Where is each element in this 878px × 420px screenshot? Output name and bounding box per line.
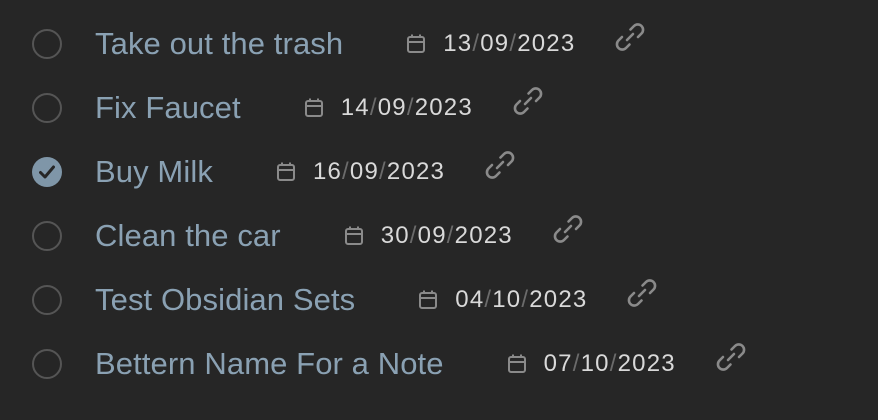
task-row: Take out the trash 13/09/2023 bbox=[32, 12, 862, 76]
task-checkbox[interactable] bbox=[32, 221, 62, 251]
date-day: 14 bbox=[340, 94, 370, 121]
task-row: Buy Milk 16/09/2023 bbox=[32, 140, 862, 204]
date-year: 2023 bbox=[617, 350, 676, 377]
date-month: 10 bbox=[580, 350, 610, 377]
checkmark-icon bbox=[39, 165, 55, 179]
task-checkbox[interactable] bbox=[32, 285, 62, 315]
task-list: Take out the trash 13/09/2023 Fix Faucet… bbox=[32, 12, 862, 396]
task-checkbox[interactable] bbox=[32, 29, 62, 59]
date-year: 2023 bbox=[386, 158, 446, 185]
date-day: 13 bbox=[443, 30, 473, 57]
link-icon[interactable] bbox=[551, 212, 585, 246]
date-year: 2023 bbox=[517, 30, 576, 57]
date-day: 30 bbox=[380, 222, 410, 249]
due-date[interactable]: 14/09/2023 bbox=[303, 94, 473, 122]
date-month: 09 bbox=[480, 30, 510, 57]
date-separator: / bbox=[509, 30, 518, 57]
task-row: Clean the car 30/09/2023 bbox=[32, 204, 862, 268]
calendar-icon bbox=[419, 290, 438, 309]
date-separator: / bbox=[379, 158, 387, 185]
date-year: 2023 bbox=[414, 94, 473, 121]
date-separator: / bbox=[342, 158, 350, 185]
link-icon[interactable] bbox=[613, 20, 647, 54]
task-title[interactable]: Fix Faucet bbox=[95, 90, 241, 126]
task-checkbox[interactable] bbox=[32, 93, 62, 123]
task-title[interactable]: Take out the trash bbox=[95, 26, 343, 62]
calendar-icon bbox=[276, 162, 295, 181]
task-title[interactable]: Clean the car bbox=[95, 218, 281, 254]
date-separator: / bbox=[521, 286, 530, 313]
link-icon[interactable] bbox=[483, 148, 517, 182]
calendar-icon bbox=[407, 34, 426, 53]
task-row: Test Obsidian Sets 04/10/2023 bbox=[32, 268, 862, 332]
task-checkbox[interactable] bbox=[32, 349, 62, 379]
date-separator: / bbox=[406, 94, 415, 121]
date-separator: / bbox=[472, 30, 481, 57]
date-separator: / bbox=[572, 350, 581, 377]
task-title[interactable]: Buy Milk bbox=[95, 154, 213, 190]
date-separator: / bbox=[609, 350, 618, 377]
date-day: 16 bbox=[312, 158, 343, 185]
date-separator: / bbox=[409, 222, 418, 249]
due-date[interactable]: 30/09/2023 bbox=[343, 222, 513, 250]
calendar-icon bbox=[344, 226, 363, 245]
date-day: 04 bbox=[455, 286, 485, 313]
task-row: Fix Faucet 14/09/2023 bbox=[32, 76, 862, 140]
link-icon[interactable] bbox=[714, 340, 748, 374]
date-separator: / bbox=[484, 286, 493, 313]
task-title[interactable]: Test Obsidian Sets bbox=[95, 282, 355, 318]
calendar-icon bbox=[507, 354, 526, 373]
date-day: 07 bbox=[543, 350, 573, 377]
date-separator: / bbox=[446, 222, 455, 249]
task-checkbox-checked[interactable] bbox=[32, 157, 62, 187]
due-date[interactable]: 13/09/2023 bbox=[405, 30, 575, 58]
date-year: 2023 bbox=[529, 286, 588, 313]
link-icon[interactable] bbox=[511, 84, 545, 118]
task-row: Bettern Name For a Note 07/10/2023 bbox=[32, 332, 862, 396]
due-date[interactable]: 16/09/2023 bbox=[275, 158, 445, 186]
date-month: 09 bbox=[349, 158, 380, 185]
task-title[interactable]: Bettern Name For a Note bbox=[95, 346, 444, 382]
date-month: 09 bbox=[377, 94, 407, 121]
link-icon[interactable] bbox=[625, 276, 659, 310]
date-month: 09 bbox=[417, 222, 447, 249]
date-separator: / bbox=[369, 94, 378, 121]
calendar-icon bbox=[304, 98, 323, 117]
due-date[interactable]: 04/10/2023 bbox=[417, 286, 587, 314]
date-month: 10 bbox=[492, 286, 522, 313]
date-year: 2023 bbox=[454, 222, 513, 249]
due-date[interactable]: 07/10/2023 bbox=[506, 350, 676, 378]
